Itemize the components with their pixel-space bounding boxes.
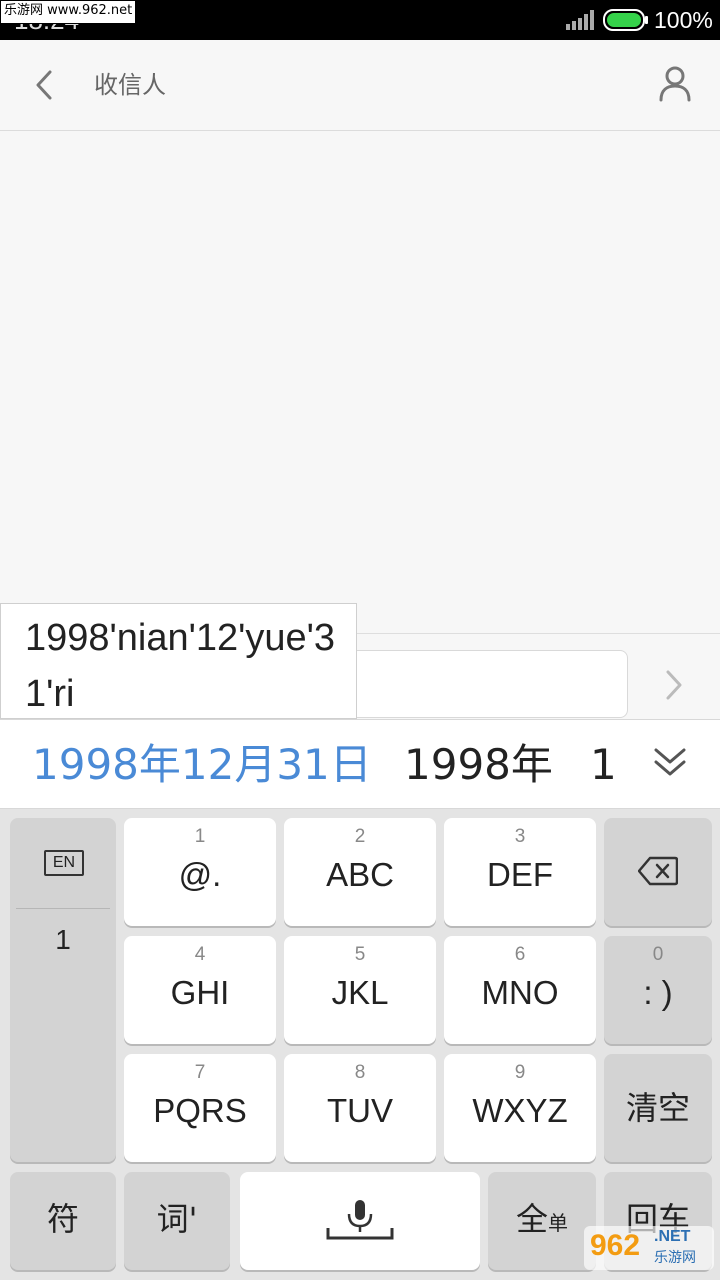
- key-9[interactable]: 9 WXYZ: [444, 1054, 596, 1162]
- key-8[interactable]: 8 TUV: [284, 1054, 436, 1162]
- key-digit: 0: [652, 944, 664, 965]
- key-digit: 2: [354, 826, 366, 847]
- key-letters: JKL: [331, 974, 389, 1011]
- logo-site-name: 乐游网: [654, 1250, 696, 1266]
- key-digit: 7: [194, 1062, 206, 1083]
- key-letters: DEF: [487, 856, 553, 893]
- key-2[interactable]: 2 ABC: [284, 818, 436, 926]
- backspace-key[interactable]: [604, 818, 712, 926]
- key-7[interactable]: 7 PQRS: [124, 1054, 276, 1162]
- chevron-left-icon: [36, 70, 52, 100]
- pinyin-composing-text: 1998'nian'12'yue'31'ri: [25, 617, 336, 715]
- battery-icon: [603, 9, 648, 31]
- key-letters: GHI: [170, 974, 230, 1011]
- key-digit: 8: [354, 1062, 366, 1083]
- full-width-label: 全: [515, 1200, 548, 1238]
- expand-candidates-button[interactable]: [648, 742, 692, 786]
- ime-left-panel: EN 1: [10, 818, 116, 1162]
- message-thread-area: [0, 131, 720, 633]
- back-button[interactable]: [26, 62, 66, 108]
- logo-number: 962: [590, 1229, 641, 1262]
- key-digit: 9: [514, 1062, 526, 1083]
- chevron-right-icon: [666, 670, 682, 700]
- word-separator-label: 词': [156, 1200, 198, 1238]
- key-0[interactable]: 0 : ): [604, 936, 712, 1044]
- recipient-field-label[interactable]: 收信人: [94, 66, 166, 104]
- signal-icon: [566, 10, 594, 30]
- battery-percent: 100%: [654, 7, 713, 33]
- divider: [16, 908, 110, 909]
- left-candidate-item[interactable]: 1: [10, 924, 116, 956]
- key-symbol: : ): [643, 974, 673, 1011]
- ime-composing-popup: 1998'nian'12'yue'31'ri: [0, 603, 357, 719]
- watermark-label: 乐游网 www.962.net: [0, 0, 137, 24]
- key-letters: ABC: [326, 856, 394, 893]
- key-4[interactable]: 4 GHI: [124, 936, 276, 1044]
- key-6[interactable]: 6 MNO: [444, 936, 596, 1044]
- en-icon: EN: [44, 850, 84, 876]
- person-icon: [659, 66, 691, 102]
- message-input[interactable]: [350, 650, 628, 718]
- clear-key-label: 清空: [625, 1089, 690, 1127]
- half-width-label: 单: [548, 1211, 568, 1235]
- key-letters: PQRS: [153, 1092, 247, 1129]
- microphone-icon: [326, 1200, 394, 1240]
- key-letters: @.: [178, 856, 222, 893]
- site-watermark-logo: 962 .NET 乐游网: [584, 1226, 714, 1270]
- clear-key[interactable]: 清空: [604, 1054, 712, 1162]
- key-letters: MNO: [481, 974, 559, 1011]
- contact-picker-button[interactable]: [652, 62, 698, 108]
- double-chevron-down-icon: [654, 748, 686, 776]
- space-voice-key[interactable]: [240, 1172, 480, 1270]
- key-digit: 3: [514, 826, 526, 847]
- recipient-header: 收信人: [0, 40, 720, 131]
- backspace-icon: [638, 856, 678, 886]
- candidate-item[interactable]: 1: [590, 720, 617, 810]
- send-button[interactable]: [652, 662, 696, 708]
- language-switch-key[interactable]: EN: [10, 818, 116, 908]
- key-digit: 6: [514, 944, 526, 965]
- full-half-width-key[interactable]: 全单: [488, 1172, 596, 1270]
- key-3[interactable]: 3 DEF: [444, 818, 596, 926]
- key-digit: 4: [194, 944, 206, 965]
- key-digit: 1: [194, 826, 206, 847]
- candidate-item[interactable]: 1998年: [404, 720, 553, 810]
- key-5[interactable]: 5 JKL: [284, 936, 436, 1044]
- ime-candidate-bar: 1998年12月31日 1998年 1: [0, 719, 720, 809]
- key-letters: TUV: [327, 1092, 393, 1129]
- symbol-key[interactable]: 符: [10, 1172, 116, 1270]
- key-1[interactable]: 1 @.: [124, 818, 276, 926]
- key-digit: 5: [354, 944, 366, 965]
- word-separator-key[interactable]: 词': [124, 1172, 230, 1270]
- candidate-item[interactable]: 1998年12月31日: [32, 720, 372, 810]
- symbol-key-label: 符: [46, 1200, 79, 1238]
- key-letters: WXYZ: [472, 1092, 568, 1129]
- logo-domain: .NET: [654, 1228, 691, 1245]
- full-half-width-label: 全单: [488, 1172, 596, 1270]
